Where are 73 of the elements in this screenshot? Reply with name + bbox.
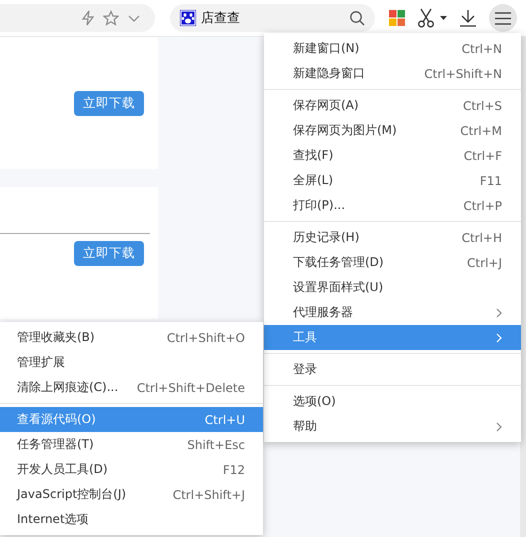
menu-item[interactable]: 选项(O) <box>264 389 521 414</box>
menu-item-label: 工具 <box>293 329 317 346</box>
shortcut-text: Ctrl+Shift+J <box>172 488 245 502</box>
search-icon[interactable] <box>349 10 365 26</box>
grid-icon[interactable] <box>389 10 405 26</box>
menu-item-label: 全屏(L) <box>293 172 334 189</box>
menu-item[interactable]: 任务管理器(T) Shift+Esc <box>0 432 263 457</box>
shortcut-text: Ctrl+U <box>204 412 245 426</box>
menu-item[interactable]: 新建隐身窗口 Ctrl+Shift+N <box>264 61 521 86</box>
menu-item-label: 保存网页为图片(M) <box>293 122 397 139</box>
caret-icon[interactable] <box>440 16 447 20</box>
menu-item[interactable]: 登录 <box>264 357 521 382</box>
star-icon[interactable] <box>103 10 119 26</box>
shortcut-text: F11 <box>480 174 502 188</box>
menu-item[interactable]: 保存网页(A) Ctrl+S <box>264 93 521 118</box>
menu-item[interactable]: 历史记录(H) Ctrl+H <box>264 225 521 250</box>
menu-item-label: 代理服务器 <box>293 304 353 321</box>
menu-item[interactable]: Internet选项 <box>0 507 263 532</box>
menu-item[interactable]: 设置界面样式(U) <box>264 275 521 300</box>
shortcut-text: Ctrl+N <box>462 42 502 56</box>
shortcut-text: Ctrl+Shift+N <box>424 66 502 80</box>
search-text: 店查查 <box>201 10 241 27</box>
menu-item-label: 打印(P)... <box>293 197 346 214</box>
address-bar[interactable] <box>0 4 155 32</box>
shortcut-text: Shift+Esc <box>187 438 245 452</box>
menu-item[interactable]: 开发人员工具(D) F12 <box>0 457 263 482</box>
menu-item[interactable]: 代理服务器 <box>264 300 521 325</box>
menu-button[interactable] <box>489 4 517 32</box>
search-box[interactable]: 店查查 <box>170 4 375 32</box>
menu-item[interactable]: 保存网页为图片(M) Ctrl+M <box>264 118 521 143</box>
shortcut-text: Ctrl+S <box>462 98 502 112</box>
menu-item-label: 管理收藏夹(B) <box>17 329 95 346</box>
shortcut-text: Ctrl+J <box>467 256 502 270</box>
menu-item-label: 开发人员工具(D) <box>17 461 108 478</box>
menu-item-label: Internet选项 <box>17 511 89 528</box>
download-icon[interactable] <box>459 9 477 27</box>
shortcut-text: Ctrl+Shift+O <box>166 330 245 344</box>
shortcut-text: Ctrl+P <box>463 198 502 212</box>
menu-item-label: JavaScript控制台(J) <box>17 486 126 503</box>
menu-item[interactable]: 查找(F) Ctrl+F <box>264 143 521 168</box>
shortcut-text: F12 <box>222 462 245 476</box>
menu-item[interactable]: 全屏(L) F11 <box>264 168 521 193</box>
shortcut-text: Ctrl+H <box>462 230 502 244</box>
menu-item[interactable]: 管理扩展 <box>0 350 263 375</box>
menu-item[interactable]: 帮助 <box>264 414 521 439</box>
shortcut-text: Ctrl+M <box>460 124 502 138</box>
menu-item-label: 查找(F) <box>293 147 334 164</box>
menu-icon[interactable] <box>495 12 511 24</box>
paw-icon <box>180 10 196 26</box>
menu-item-label: 查看源代码(O) <box>17 411 96 428</box>
menu-item[interactable]: JavaScript控制台(J) Ctrl+Shift+J <box>0 482 263 507</box>
menu-item-label: 下载任务管理(D) <box>293 254 384 271</box>
shortcut-text: Ctrl+F <box>464 148 502 162</box>
menu-item-label: 设置界面样式(U) <box>293 279 384 296</box>
menu-item[interactable]: 下载任务管理(D) Ctrl+J <box>264 250 521 275</box>
shortcut-text: Ctrl+Shift+Delete <box>136 380 245 394</box>
menu-item-label: 历史记录(H) <box>293 229 360 246</box>
chevron-down-icon[interactable] <box>127 13 141 23</box>
menu-item-label: 登录 <box>293 361 317 378</box>
menu-item-label: 帮助 <box>293 418 317 435</box>
lightning-icon[interactable] <box>81 10 95 26</box>
menu-item-label: 管理扩展 <box>17 354 65 371</box>
menu-item-label: 保存网页(A) <box>293 97 359 114</box>
menu-item[interactable]: 新建窗口(N) Ctrl+N <box>264 36 521 61</box>
menu-item[interactable]: 打印(P)... Ctrl+P <box>264 193 521 218</box>
scissors-icon[interactable] <box>417 8 435 28</box>
menu-item-label: 选项(O) <box>293 393 336 410</box>
menu-item-label: 任务管理器(T) <box>17 436 94 453</box>
menu-item[interactable]: 清除上网痕迹(C)... Ctrl+Shift+Delete <box>0 375 263 400</box>
menu-item-label: 新建窗口(N) <box>293 40 360 57</box>
menu-item-label: 新建隐身窗口 <box>293 65 365 82</box>
menu-item-label: 清除上网痕迹(C)... <box>17 379 118 396</box>
menu-item[interactable]: 管理收藏夹(B) Ctrl+Shift+O <box>0 325 263 350</box>
